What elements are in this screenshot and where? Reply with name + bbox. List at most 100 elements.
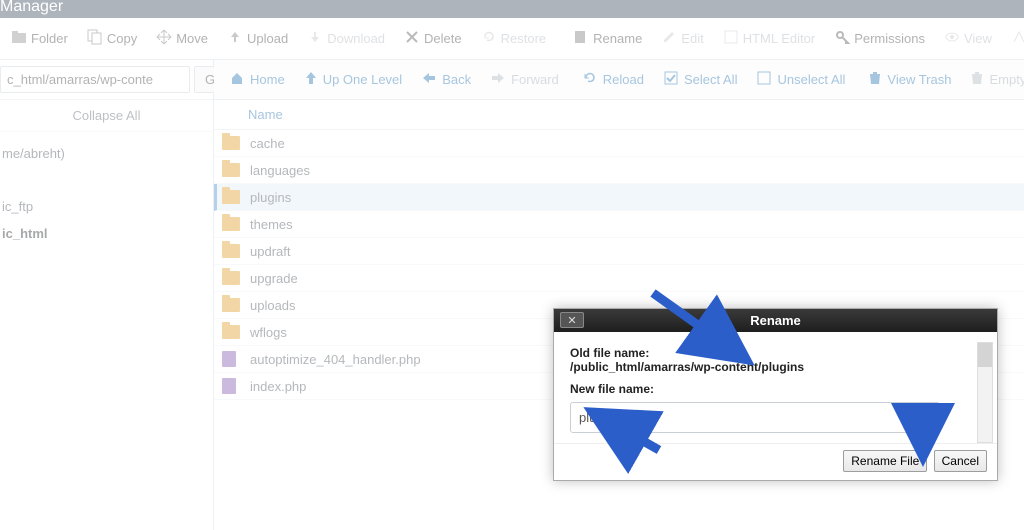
tree-item[interactable]: ic_html bbox=[0, 220, 213, 247]
file-icon bbox=[222, 378, 236, 394]
folder-icon bbox=[222, 298, 240, 312]
folder-icon bbox=[222, 244, 240, 258]
app-header: Manager bbox=[0, 0, 1024, 18]
view-icon bbox=[945, 30, 959, 47]
forward-arrow-icon bbox=[491, 72, 505, 87]
file-row[interactable]: cache bbox=[214, 130, 1024, 157]
download-button[interactable]: Download bbox=[298, 26, 395, 51]
view-label: View bbox=[964, 31, 992, 46]
empty-trash-label: Empty Trash bbox=[989, 72, 1024, 87]
file-name: upgrade bbox=[250, 271, 298, 286]
upload-button[interactable]: Upload bbox=[218, 26, 298, 51]
collapse-all-button[interactable]: Collapse All bbox=[0, 100, 213, 132]
empty-trash-icon bbox=[971, 71, 983, 88]
up-one-level-button[interactable]: Up One Level bbox=[295, 67, 413, 92]
new-name-label: New file name: bbox=[570, 382, 981, 396]
back-arrow-icon bbox=[422, 72, 436, 87]
forward-button[interactable]: Forward bbox=[481, 68, 569, 91]
move-label: Move bbox=[176, 31, 208, 46]
dialog-titlebar[interactable]: ✕ Rename bbox=[554, 309, 997, 332]
copy-label: Copy bbox=[107, 31, 137, 46]
file-row[interactable]: plugins bbox=[214, 184, 1024, 211]
app-title: Manager bbox=[0, 0, 63, 18]
html-editor-label: HTML Editor bbox=[743, 31, 815, 46]
folder-icon bbox=[222, 217, 240, 231]
file-row[interactable]: themes bbox=[214, 211, 1024, 238]
edit-icon bbox=[662, 30, 676, 47]
unselect-all-button[interactable]: Unselect All bbox=[747, 67, 855, 92]
permissions-label: Permissions bbox=[854, 31, 925, 46]
close-icon[interactable]: ✕ bbox=[560, 312, 584, 328]
rename-button[interactable]: Rename bbox=[564, 26, 652, 51]
empty-trash-button[interactable]: Empty Trash bbox=[961, 67, 1024, 92]
dialog-scrollbar[interactable] bbox=[977, 342, 993, 443]
annotation-arrow bbox=[589, 408, 669, 458]
delete-label: Delete bbox=[424, 31, 462, 46]
view-button[interactable]: View bbox=[935, 26, 1002, 51]
trash-icon bbox=[869, 71, 881, 88]
file-name: updraft bbox=[250, 244, 290, 259]
back-label: Back bbox=[442, 72, 471, 87]
file-name: wflogs bbox=[250, 325, 287, 340]
file-icon bbox=[222, 351, 236, 367]
folder-icon bbox=[222, 325, 240, 339]
old-file-path: /public_html/amarras/wp-content/plugins bbox=[570, 360, 981, 374]
file-name: autoptimize_404_handler.php bbox=[250, 352, 421, 367]
forward-label: Forward bbox=[511, 72, 559, 87]
name-column-header[interactable]: Name bbox=[248, 107, 283, 122]
file-name: themes bbox=[250, 217, 293, 232]
permissions-icon bbox=[835, 30, 849, 47]
edit-label: Edit bbox=[681, 31, 703, 46]
cancel-button[interactable]: Cancel bbox=[934, 450, 987, 472]
home-icon bbox=[230, 71, 244, 88]
tree-item[interactable]: me/abreht) bbox=[0, 140, 213, 167]
copy-button[interactable]: Copy bbox=[78, 26, 147, 51]
file-row[interactable]: updraft bbox=[214, 238, 1024, 265]
download-icon bbox=[308, 30, 322, 47]
select-all-icon bbox=[664, 71, 678, 88]
path-input[interactable] bbox=[0, 66, 190, 93]
select-all-label: Select All bbox=[684, 72, 737, 87]
view-trash-label: View Trash bbox=[887, 72, 951, 87]
back-button[interactable]: Back bbox=[412, 68, 481, 91]
delete-icon bbox=[405, 30, 419, 47]
folder-icon bbox=[222, 163, 240, 177]
extract-icon bbox=[1012, 30, 1024, 47]
folder-label: Folder bbox=[31, 31, 68, 46]
home-label: Home bbox=[250, 72, 285, 87]
move-button[interactable]: Move bbox=[147, 26, 218, 51]
delete-button[interactable]: Delete bbox=[395, 26, 472, 51]
folder-button[interactable]: Folder bbox=[2, 26, 78, 51]
home-button[interactable]: Home bbox=[220, 67, 295, 92]
up-arrow-icon bbox=[305, 71, 317, 88]
restore-label: Restore bbox=[501, 31, 547, 46]
copy-icon bbox=[88, 30, 102, 47]
html-editor-button[interactable]: HTML Editor bbox=[714, 26, 825, 51]
unselect-all-icon bbox=[757, 71, 771, 88]
unselect-all-label: Unselect All bbox=[777, 72, 845, 87]
sidebar: Go Collapse All me/abreht)ic_ftpic_html bbox=[0, 60, 214, 530]
html-editor-icon bbox=[724, 30, 738, 47]
file-row[interactable]: languages bbox=[214, 157, 1024, 184]
restore-icon bbox=[482, 30, 496, 47]
permissions-button[interactable]: Permissions bbox=[825, 26, 935, 51]
upload-icon bbox=[228, 30, 242, 47]
up-label: Up One Level bbox=[323, 72, 403, 87]
file-name: plugins bbox=[250, 190, 291, 205]
tree-item[interactable]: ic_ftp bbox=[0, 193, 213, 220]
reload-button[interactable]: Reload bbox=[573, 67, 654, 92]
download-label: Download bbox=[327, 31, 385, 46]
file-name: languages bbox=[250, 163, 310, 178]
edit-button[interactable]: Edit bbox=[652, 26, 713, 51]
file-row[interactable]: upgrade bbox=[214, 265, 1024, 292]
tree-item[interactable] bbox=[0, 167, 213, 193]
extract-button[interactable]: Extr bbox=[1002, 26, 1024, 51]
toolbar: Folder Copy Move Upload Download Delete … bbox=[0, 18, 1024, 60]
select-all-button[interactable]: Select All bbox=[654, 67, 747, 92]
dialog-title: Rename bbox=[554, 313, 997, 328]
directory-tree: me/abreht) ic_ftpic_html bbox=[0, 132, 213, 247]
action-bar: Home Up One Level Back Forward Reload bbox=[214, 60, 1024, 100]
view-trash-button[interactable]: View Trash bbox=[859, 67, 961, 92]
restore-button[interactable]: Restore bbox=[472, 26, 557, 51]
folder-icon bbox=[222, 190, 240, 204]
